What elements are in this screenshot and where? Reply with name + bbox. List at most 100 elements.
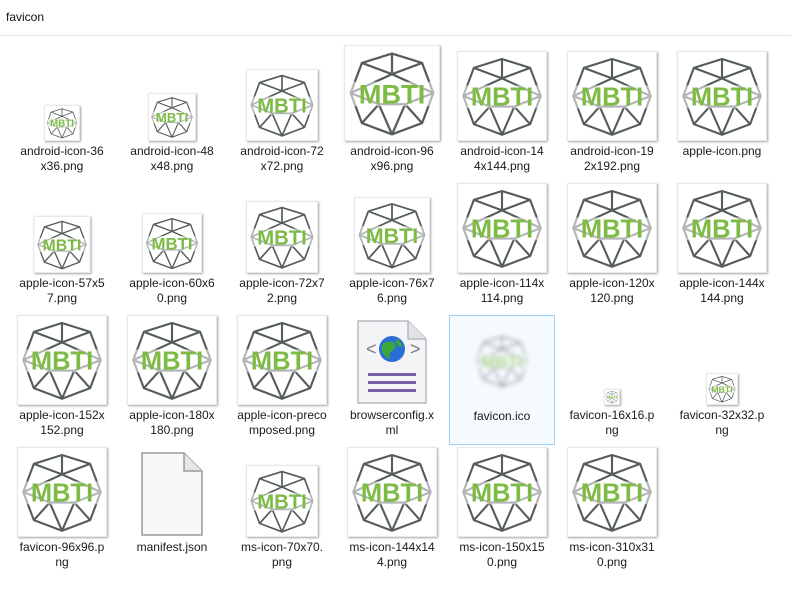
file-thumbnail: MBTI (229, 447, 335, 537)
file-name-label: ms-icon-70x70. png (231, 540, 333, 570)
file-item[interactable]: MBTI ms-icon-150x15 0.png (449, 447, 555, 577)
file-thumbnail: MBTI (559, 447, 665, 537)
file-item[interactable]: MBTI android-icon-19 2x192.png (559, 51, 665, 181)
file-thumbnail: MBTI (449, 447, 555, 537)
file-name-label: apple-icon.png (671, 144, 773, 159)
file-name-line1: favicon-16x16.p (569, 408, 655, 422)
svg-text:MBTI: MBTI (581, 216, 643, 244)
file-item[interactable]: manifest.json (119, 447, 225, 577)
file-name-line2: 152.png (40, 423, 84, 437)
file-item[interactable]: MBTI android-icon-36 x36.png (9, 51, 115, 181)
file-item[interactable]: MBTI apple-icon-144x 144.png (669, 183, 775, 313)
file-name-label: ms-icon-150x15 0.png (451, 540, 553, 570)
svg-text:MBTI: MBTI (257, 492, 307, 514)
file-name-label: manifest.json (121, 540, 223, 555)
mbti-logo-icon: MBTI (33, 216, 91, 273)
file-item[interactable]: MBTI apple-icon.png (669, 51, 775, 181)
file-name-label: ms-icon-310x31 0.png (561, 540, 663, 570)
file-item[interactable]: MBTI android-icon-96 x96.png (339, 45, 445, 181)
file-name-line1: browserconfig.x (349, 408, 435, 422)
file-item[interactable]: MBTI ms-icon-144x14 4.png (339, 447, 445, 577)
file-item[interactable]: MBTI apple-icon-60x6 0.png (119, 183, 225, 313)
file-name-line2: 120.png (590, 291, 634, 305)
file-thumbnail: MBTI (449, 51, 555, 141)
file-item[interactable]: MBTI favicon.ico (449, 315, 555, 445)
file-thumbnail: MBTI (559, 51, 665, 141)
file-item[interactable]: MBTI ms-icon-310x31 0.png (559, 447, 665, 577)
file-name-label: apple-icon-57x5 7.png (11, 276, 113, 306)
file-thumbnail: MBTI (339, 45, 445, 141)
file-name-line1: ms-icon-150x15 (459, 540, 545, 554)
file-item[interactable]: MBTI apple-icon-57x5 7.png (9, 183, 115, 313)
file-name-label: apple-icon-preco mposed.png (231, 408, 333, 438)
file-item[interactable]: MBTI favicon-32x32.p ng (669, 315, 775, 445)
file-item[interactable]: MBTI apple-icon-152x 152.png (9, 315, 115, 445)
file-item[interactable]: MBTI apple-icon-180x 180.png (119, 315, 225, 445)
svg-text:MBTI: MBTI (366, 224, 418, 248)
mbti-logo-icon: MBTI (344, 45, 440, 141)
mbti-logo-icon: MBTI (246, 465, 318, 537)
mbti-logo-icon: MBTI (567, 51, 657, 141)
mbti-logo-icon: MBTI (706, 373, 738, 405)
svg-text:MBTI: MBTI (481, 352, 522, 371)
file-thumbnail: < > (339, 315, 445, 405)
svg-text:MBTI: MBTI (50, 119, 74, 130)
file-name-line2: 0.png (596, 555, 628, 569)
file-name-line2: ng (605, 423, 619, 437)
file-thumbnail: MBTI (229, 51, 335, 141)
file-name-label: favicon-32x32.p ng (671, 408, 773, 438)
file-grid: MBTI android-icon-36 x36.png MBTI android… (0, 37, 791, 608)
file-thumbnail: MBTI (339, 183, 445, 273)
mbti-logo-icon: MBTI (347, 447, 437, 537)
svg-text:MBTI: MBTI (691, 216, 753, 244)
mbti-logo-icon: MBTI (677, 183, 767, 273)
svg-text:MBTI: MBTI (31, 348, 93, 376)
file-item[interactable]: < > browserconfig.x ml (339, 315, 445, 445)
file-item[interactable]: MBTI apple-icon-72x7 2.png (229, 183, 335, 313)
file-thumbnail: MBTI (229, 315, 335, 405)
file-name-label: android-icon-96 x96.png (341, 144, 443, 174)
file-name-label: android-icon-48 x48.png (121, 144, 223, 174)
file-item[interactable]: MBTI android-icon-48 x48.png (119, 51, 225, 181)
file-thumbnail: MBTI (669, 51, 775, 141)
file-name-line1: apple-icon-60x6 (129, 276, 215, 290)
file-name-line2: png (271, 555, 293, 569)
file-name-line2: 180.png (150, 423, 194, 437)
file-name-label: android-icon-14 4x144.png (451, 144, 553, 174)
file-name-line1: apple-icon-76x7 (349, 276, 435, 290)
file-thumbnail: MBTI (119, 315, 225, 405)
file-item[interactable]: MBTI apple-icon-114x 114.png (449, 183, 555, 313)
svg-text:MBTI: MBTI (471, 480, 533, 508)
file-item[interactable]: MBTI favicon-96x96.p ng (9, 447, 115, 577)
file-thumbnail: MBTI (669, 315, 775, 405)
svg-text:MBTI: MBTI (581, 480, 643, 508)
file-item[interactable]: MBTI android-icon-72 x72.png (229, 51, 335, 181)
file-thumbnail: MBTI (559, 183, 665, 273)
file-thumbnail: MBTI (119, 183, 225, 273)
address-bar[interactable]: favicon (0, 0, 791, 36)
file-name-line2: mposed.png (248, 423, 316, 437)
file-name-line2: 144.png (700, 291, 744, 305)
svg-text:MBTI: MBTI (141, 348, 203, 376)
file-name-label: apple-icon-72x7 2.png (231, 276, 333, 306)
file-name-label: apple-icon-114x 114.png (451, 276, 553, 306)
svg-text:<: < (366, 339, 377, 359)
svg-text:MBTI: MBTI (711, 384, 732, 394)
file-item[interactable]: MBTI apple-icon-preco mposed.png (229, 315, 335, 445)
file-item[interactable]: MBTI favicon-16x16.p ng (559, 315, 665, 445)
file-thumbnail: MBTI (119, 51, 225, 141)
file-name-line2: 0.png (156, 291, 188, 305)
file-name-line2: 6.png (376, 291, 408, 305)
file-name-label: favicon.ico (452, 409, 552, 424)
file-name-line1: apple-icon-72x7 (239, 276, 325, 290)
file-name-line2: ng (55, 555, 69, 569)
file-item[interactable]: MBTI android-icon-14 4x144.png (449, 51, 555, 181)
file-item[interactable]: MBTI apple-icon-120x 120.png (559, 183, 665, 313)
file-name-line2: x36.png (40, 159, 84, 173)
file-name-line1: ms-icon-310x31 (569, 540, 655, 554)
file-name-line1: apple-icon-57x5 (19, 276, 105, 290)
svg-text:MBTI: MBTI (361, 480, 423, 508)
file-item[interactable]: MBTI apple-icon-76x7 6.png (339, 183, 445, 313)
file-item[interactable]: MBTI ms-icon-70x70. png (229, 447, 335, 577)
file-name-label: favicon-96x96.p ng (11, 540, 113, 570)
